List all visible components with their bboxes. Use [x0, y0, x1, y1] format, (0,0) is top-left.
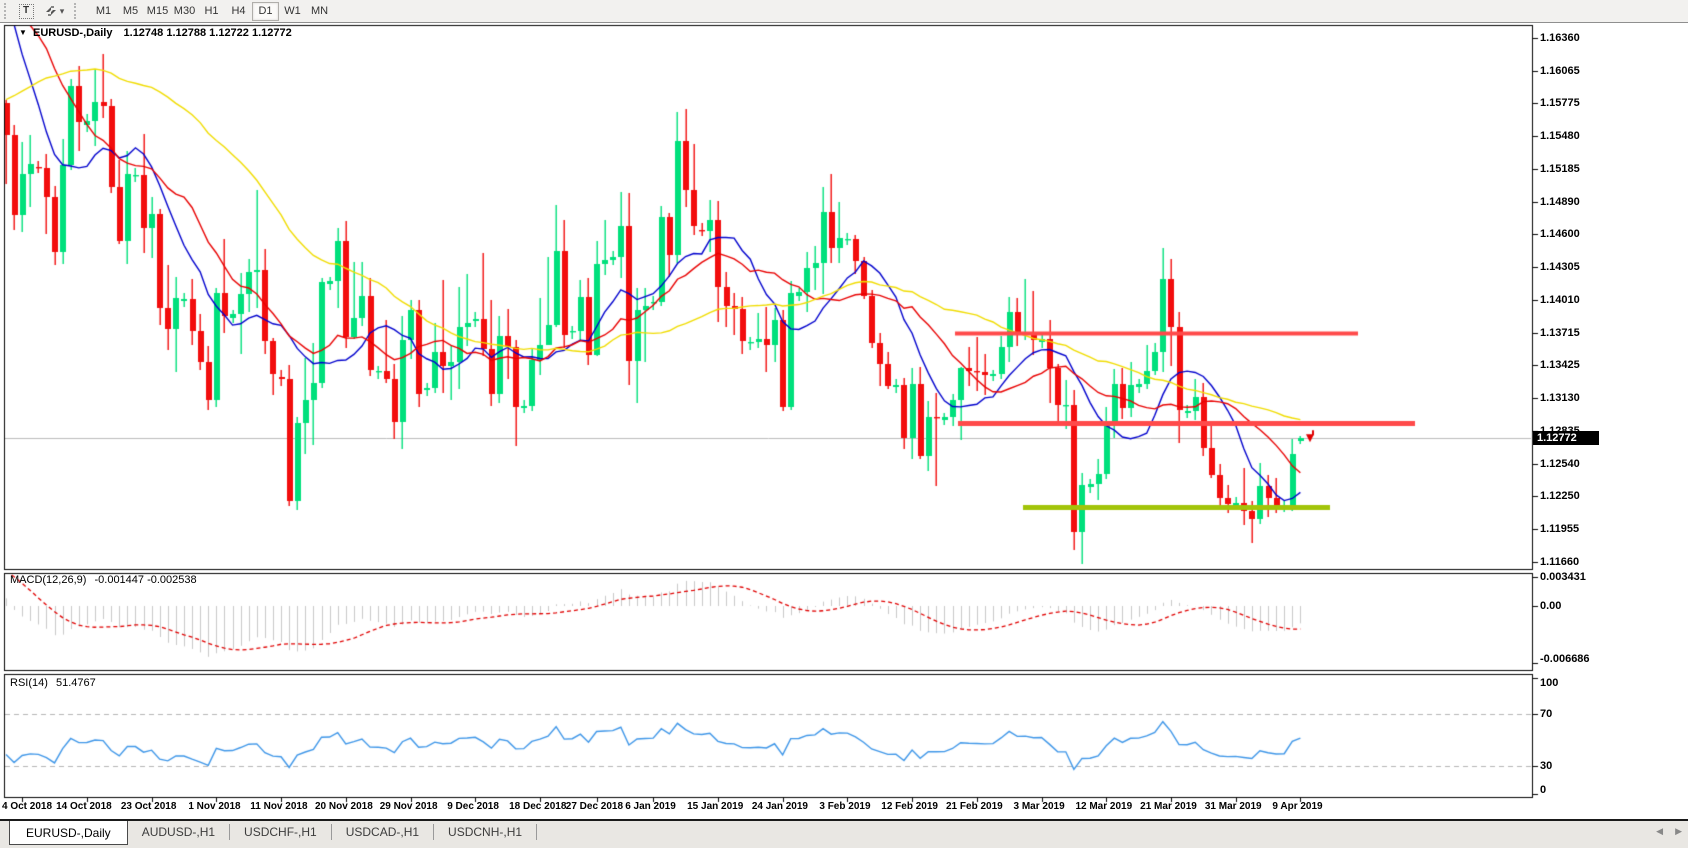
timeframe-button-h4[interactable]: H4 [225, 2, 252, 21]
rsi-tick-label: 30 [1540, 760, 1552, 772]
date-tick-label: 3 Feb 2019 [819, 801, 870, 812]
date-tick-label: 23 Oct 2018 [121, 801, 177, 812]
chart-title: ▼ EURUSD-,Daily 1.12748 1.12788 1.12722 … [19, 27, 292, 39]
date-tick-label: 27 Dec 2018 [566, 801, 623, 812]
timeframe-button-d1[interactable]: D1 [252, 2, 279, 21]
price-tick-label: 1.15185 [1540, 163, 1580, 175]
date-tick-label: 24 Jan 2019 [752, 801, 808, 812]
toolbar-grip[interactable] [74, 3, 79, 19]
price-tick-label: 1.13130 [1540, 392, 1580, 404]
date-tick-label: 21 Mar 2019 [1140, 801, 1197, 812]
date-tick-label: 6 Jan 2019 [625, 801, 676, 812]
price-chart-canvas[interactable] [0, 23, 1688, 819]
timeframe-button-m5[interactable]: M5 [117, 2, 144, 21]
macd-tick-label: -0.006686 [1540, 653, 1590, 665]
chart-tab-eurusd-daily[interactable]: EURUSD-,Daily [9, 821, 128, 845]
date-tick-label: 9 Dec 2018 [447, 801, 499, 812]
price-tick-label: 1.12540 [1540, 458, 1580, 470]
quick-trade-triangle-icon[interactable]: ▼ [19, 28, 27, 37]
date-tick-label: 4 Oct 2018 [2, 801, 52, 812]
rsi-tick-label: 70 [1540, 708, 1552, 720]
date-tick-label: 14 Oct 2018 [56, 801, 112, 812]
macd-current-values: -0.001447 -0.002538 [94, 574, 196, 586]
rsi-name: RSI(14) [10, 677, 48, 689]
tab-scroll-right-icon[interactable]: ▶ [1675, 826, 1682, 837]
price-tick-label: 1.12250 [1540, 490, 1580, 502]
price-tick-label: 1.14890 [1540, 196, 1580, 208]
date-tick-label: 12 Mar 2019 [1075, 801, 1132, 812]
chevron-down-icon: ▾ [60, 6, 65, 17]
text-tool-icon: T [19, 4, 34, 19]
price-tick-label: 1.16065 [1540, 65, 1580, 77]
chart-tab-usdcnh-h1[interactable]: USDCNH-,H1 [434, 824, 537, 840]
mt4-window: T ▾ M1M5M15M30H1H4D1W1MN ▼ EURUSD-,Daily… [0, 0, 1688, 848]
price-tick-label: 1.11660 [1540, 556, 1579, 568]
macd-name: MACD(12,26,9) [10, 574, 86, 586]
rsi-tick-label: 0 [1540, 784, 1546, 796]
macd-tick-label: 0.003431 [1540, 571, 1586, 583]
timeframe-button-m30[interactable]: M30 [171, 2, 198, 21]
rsi-current-value: 51.4767 [56, 677, 96, 689]
toolbar-grip[interactable] [4, 3, 9, 19]
arrows-tool-button[interactable]: ▾ [39, 2, 69, 21]
price-tick-label: 1.15480 [1540, 130, 1580, 142]
date-tick-label: 21 Feb 2019 [946, 801, 1003, 812]
date-tick-label: 18 Dec 2018 [509, 801, 566, 812]
macd-indicator-label: MACD(12,26,9) -0.001447 -0.002538 [10, 574, 197, 586]
timeframe-button-m15[interactable]: M15 [144, 2, 171, 21]
price-tick-label: 1.16360 [1540, 32, 1580, 44]
timeframe-toolbar: M1M5M15M30H1H4D1W1MN [90, 2, 333, 21]
date-tick-label: 3 Mar 2019 [1014, 801, 1065, 812]
timeframe-button-m1[interactable]: M1 [90, 2, 117, 21]
rsi-tick-label: 100 [1540, 677, 1558, 689]
date-tick-label: 20 Nov 2018 [315, 801, 373, 812]
price-tick-label: 1.14600 [1540, 228, 1580, 240]
top-toolbar: T ▾ M1M5M15M30H1H4D1W1MN [0, 0, 1688, 23]
tab-scrollers: ◀ ▶ [1656, 826, 1682, 837]
date-tick-label: 29 Nov 2018 [380, 801, 438, 812]
chart-tab-usdcad-h1[interactable]: USDCAD-,H1 [332, 824, 434, 840]
tab-scroll-left-icon[interactable]: ◀ [1656, 826, 1663, 837]
timeframe-button-w1[interactable]: W1 [279, 2, 306, 21]
text-label-tool-button[interactable]: T [15, 2, 37, 21]
diagonal-arrows-icon [44, 4, 58, 18]
current-price-badge: 1.12772 [1533, 431, 1599, 445]
date-tick-label: 12 Feb 2019 [881, 801, 938, 812]
date-tick-label: 9 Apr 2019 [1272, 801, 1322, 812]
price-tick-label: 1.14010 [1540, 294, 1580, 306]
price-tick-label: 1.13715 [1540, 327, 1580, 339]
date-tick-label: 31 Mar 2019 [1205, 801, 1262, 812]
date-tick-label: 1 Nov 2018 [188, 801, 240, 812]
price-tick-label: 1.11955 [1540, 523, 1579, 535]
symbol-tab-bar: EURUSD-,DailyAUDUSD-,H1USDCHF-,H1USDCAD-… [0, 819, 1688, 848]
timeframe-button-mn[interactable]: MN [306, 2, 333, 21]
chart-ohlc-values: 1.12748 1.12788 1.12722 1.12772 [124, 27, 292, 39]
price-tick-label: 1.14305 [1540, 261, 1580, 273]
timeframe-button-h1[interactable]: H1 [198, 2, 225, 21]
price-tick-label: 1.13425 [1540, 359, 1580, 371]
date-tick-label: 11 Nov 2018 [250, 801, 307, 812]
chart-symbol-period: EURUSD-,Daily [33, 27, 112, 39]
price-tick-label: 1.15775 [1540, 97, 1580, 109]
macd-tick-label: 0.00 [1540, 600, 1561, 612]
date-tick-label: 15 Jan 2019 [687, 801, 743, 812]
rsi-indicator-label: RSI(14) 51.4767 [10, 677, 96, 689]
chart-tab-usdchf-h1[interactable]: USDCHF-,H1 [230, 824, 332, 840]
chart-tab-audusd-h1[interactable]: AUDUSD-,H1 [128, 824, 230, 840]
